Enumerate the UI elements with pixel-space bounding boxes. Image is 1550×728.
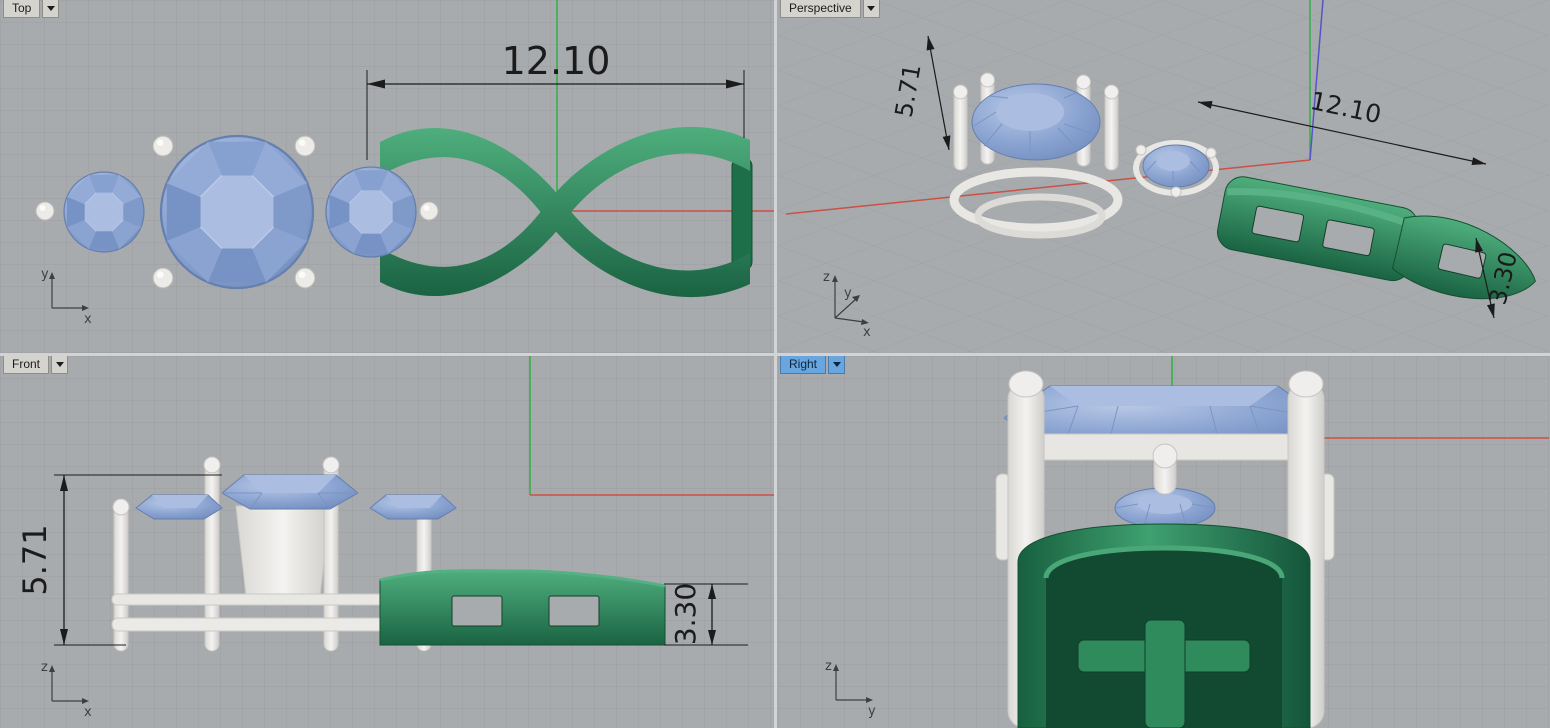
viewport-title[interactable]: Perspective [780,0,861,18]
right-view-canvas[interactable]: z y [777,356,1550,728]
axis-label-horizontal: x [84,705,92,720]
axis-label-vertical: z [825,659,832,674]
cad-window: 12.10 y x Top 5.71 12.10 3.30 z y x Pers… [0,0,1550,728]
axis-label-vertical: z [41,660,48,675]
gem-center-front [221,474,359,510]
axis-label-vertical: y [41,267,49,282]
viewport-title[interactable]: Top [3,0,41,18]
front-view-canvas[interactable]: 5.71 3.30 z x [0,356,774,728]
viewport-title[interactable]: Front [3,356,50,374]
axis-label-horizontal: x [863,325,871,340]
pendant-model-right[interactable] [995,370,1335,728]
band-front [379,569,666,646]
viewport-menu-button[interactable] [42,0,60,18]
gem-small-right [325,166,417,258]
chevron-down-icon [832,362,841,367]
top-view-canvas[interactable]: 12.10 y x [0,0,774,353]
gem-center-perspective [971,83,1101,161]
chevron-down-icon [867,6,876,11]
prong-ball [35,201,55,221]
gem-small-left [63,171,145,253]
gem-small-perspective [1142,144,1210,188]
perspective-view-canvas[interactable]: 5.71 12.10 3.30 z y x [777,0,1550,353]
dimension-text: 12.10 [502,39,611,83]
setting-cup [235,505,331,597]
band-window [451,595,503,627]
viewport-tab-top: Top [3,0,60,18]
axis-label-horizontal: y [868,704,876,719]
viewport-menu-button[interactable] [51,356,69,374]
prong-ball [294,267,316,289]
gem-left-front [135,494,223,520]
viewport-top[interactable]: 12.10 y x Top [0,0,774,353]
viewport-grid: 12.10 y x Top 5.71 12.10 3.30 z y x Pers… [0,0,1550,728]
dimension-text: 3.30 [669,583,702,645]
band-end-bar [731,157,753,271]
viewport-title[interactable]: Right [780,356,827,374]
axis-label-vertical: z [823,270,830,285]
gem-center [159,134,315,290]
viewport-menu-button[interactable] [862,0,880,18]
axis-label-horizontal: x [84,312,92,327]
band-window [548,595,600,627]
viewport-front[interactable]: 5.71 3.30 z x Front [0,356,774,728]
gem-right-front [369,494,457,520]
viewport-tab-right: Right [780,356,846,374]
viewport-tab-front: Front [3,356,69,374]
dimension-text: 5.71 [16,524,54,595]
prong-ball [294,135,316,157]
prong-ball [419,201,439,221]
axis-label-depth: y [844,286,852,301]
chevron-down-icon [55,362,64,367]
band-right-view [1017,523,1311,728]
viewport-menu-button[interactable] [828,356,846,374]
viewport-perspective[interactable]: 5.71 12.10 3.30 z y x Perspective [777,0,1550,353]
prong-ball [152,267,174,289]
prong-ball [152,135,174,157]
viewport-right[interactable]: z y Right [777,356,1550,728]
center-post-ball [1152,443,1178,469]
viewport-tab-perspective: Perspective [780,0,880,18]
chevron-down-icon [46,6,55,11]
